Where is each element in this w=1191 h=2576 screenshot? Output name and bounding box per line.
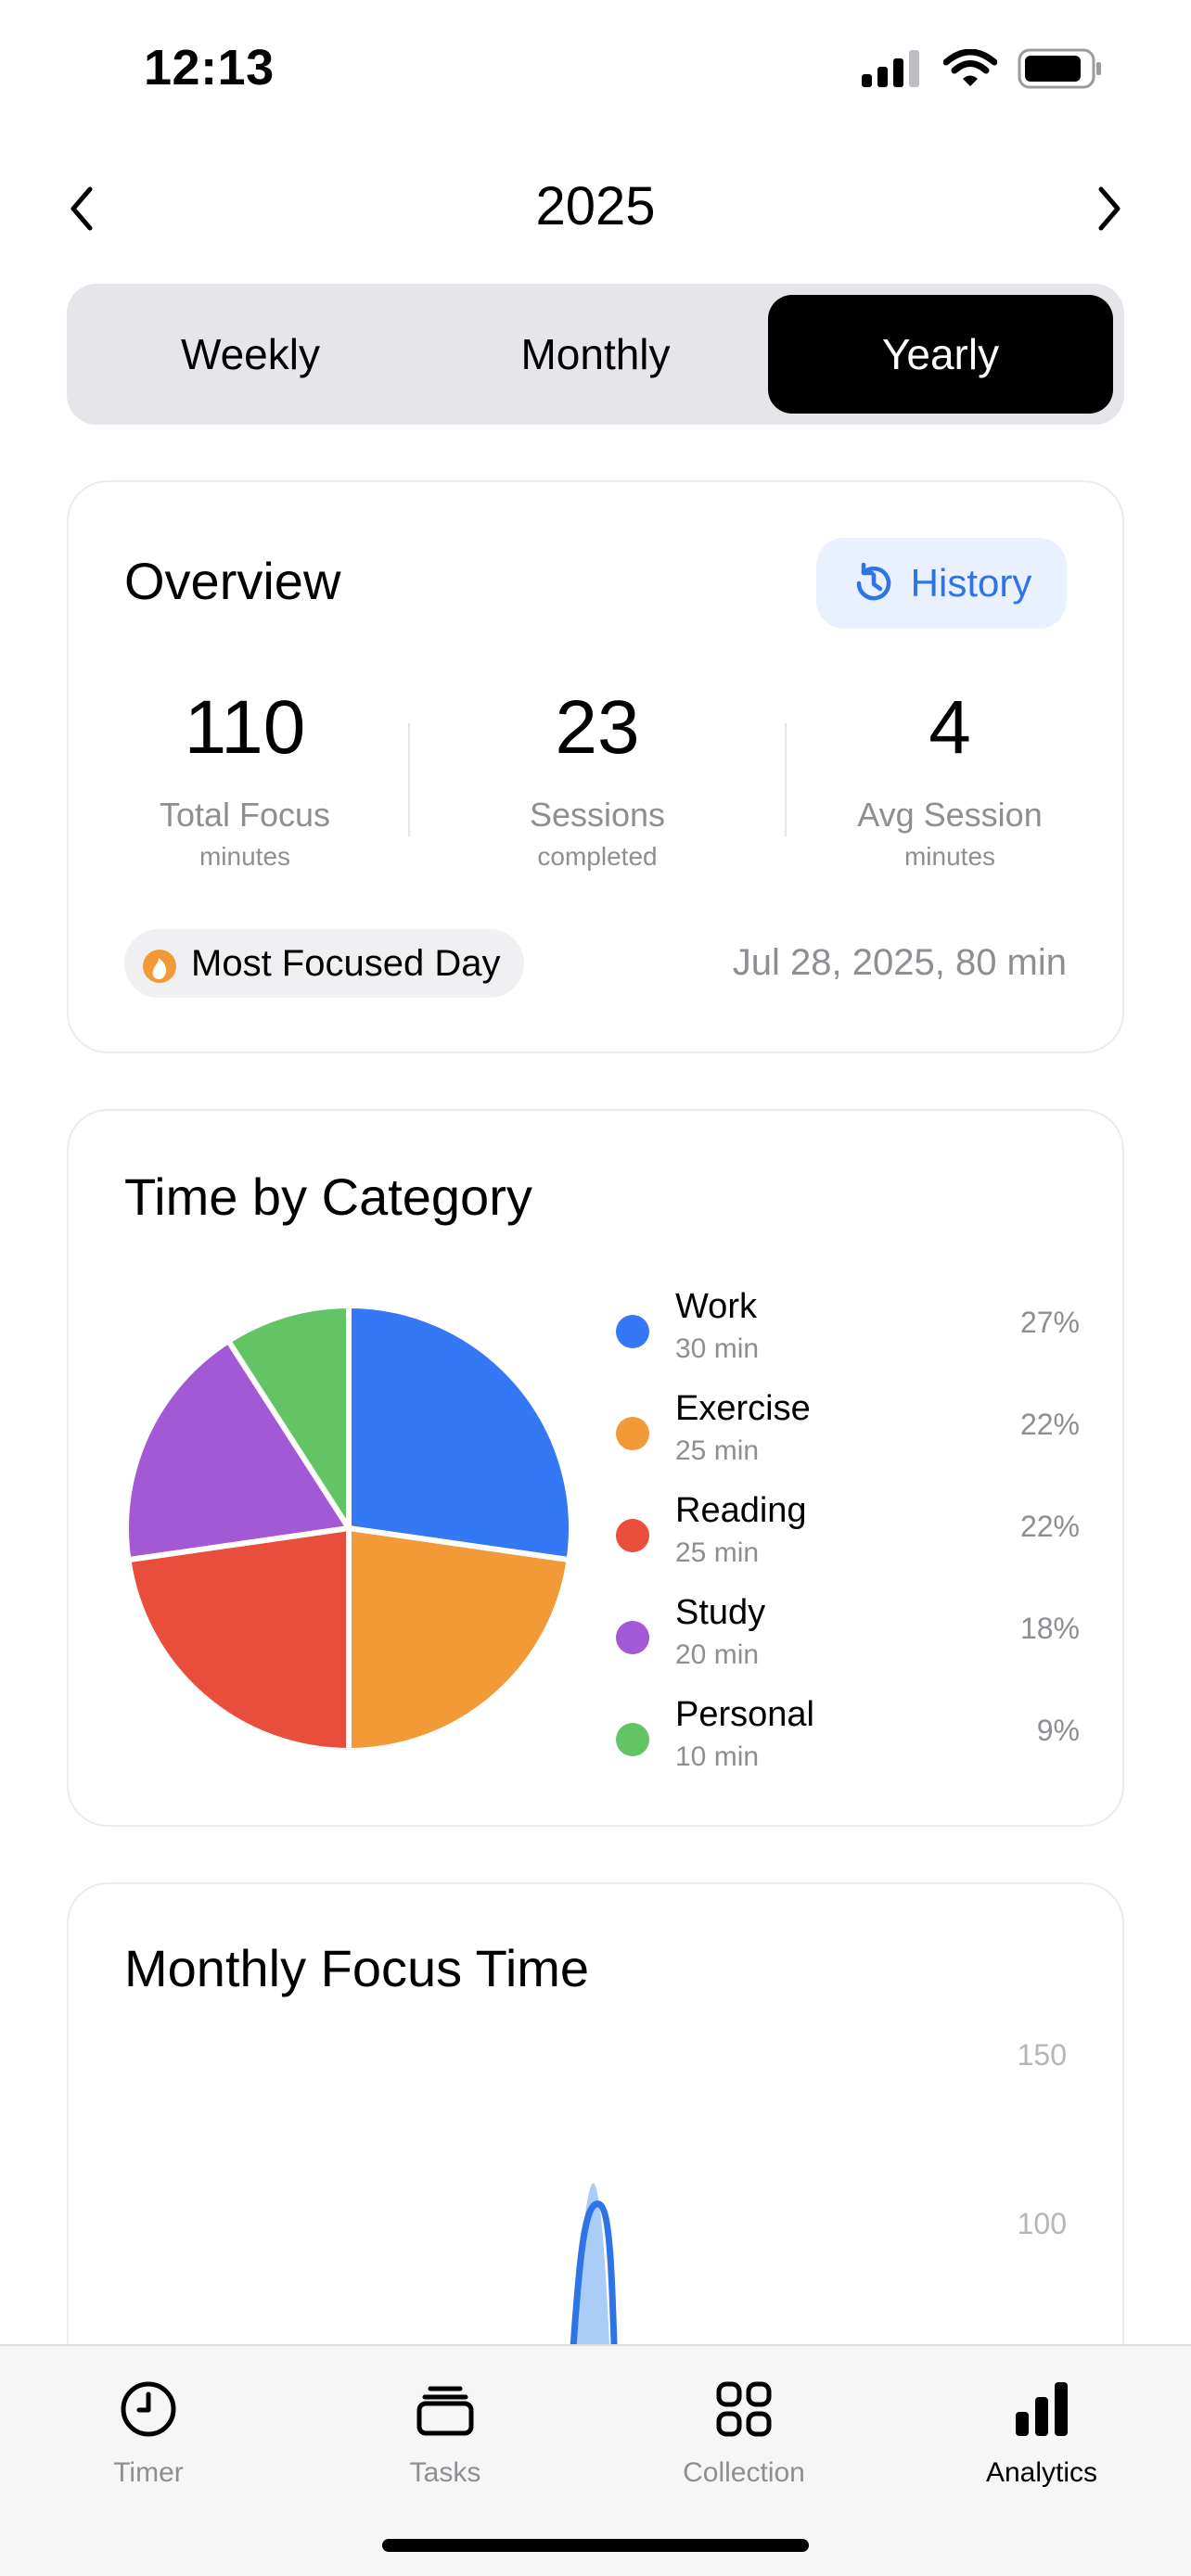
history-label: History	[910, 561, 1032, 605]
status-bar: 12:13	[0, 0, 1191, 139]
legend-percent: 9%	[1036, 1714, 1080, 1747]
chevron-right-icon	[1098, 186, 1121, 231]
pie-slice-work	[346, 1303, 574, 1563]
status-icons	[862, 48, 1103, 89]
wifi-icon	[943, 49, 997, 86]
tab-label: Analytics	[985, 2457, 1098, 2488]
stat-divider	[785, 723, 787, 836]
grid-icon	[716, 2381, 772, 2437]
period-segmented-control: Weekly Monthly Yearly	[67, 284, 1124, 425]
legend-percent: 27%	[1019, 1306, 1080, 1339]
legend-minutes: 25 min	[675, 1435, 760, 1466]
stat-total-focus: 110 Total Focus minutes	[69, 686, 421, 872]
legend-minutes: 25 min	[675, 1537, 760, 1568]
pie-chart	[117, 1296, 581, 1760]
legend-name: Personal	[675, 1695, 814, 1734]
tab-analytics[interactable]: Analytics	[940, 2372, 1144, 2489]
stat-sub: minutes	[903, 842, 996, 871]
overview-title: Overview	[124, 552, 341, 610]
legend-name: Exercise	[675, 1389, 811, 1428]
flame-icon	[143, 950, 176, 983]
segment-weekly[interactable]: Weekly	[78, 295, 423, 414]
pie-slice-reading	[125, 1525, 352, 1753]
most-focused-day-chip: Most Focused Day	[124, 929, 525, 998]
legend-minutes: 30 min	[675, 1333, 760, 1364]
legend-item-exercise: Exercise 25 min 22%	[616, 1384, 1080, 1486]
status-time: 12:13	[144, 40, 275, 96]
home-indicator	[382, 2539, 809, 2552]
legend-minutes: 10 min	[675, 1741, 760, 1772]
legend-percent: 22%	[1019, 1510, 1080, 1543]
legend-dot	[616, 1621, 649, 1654]
stat-divider	[408, 723, 410, 836]
tab-label: Collection	[683, 2457, 805, 2488]
legend-name: Study	[675, 1593, 766, 1632]
category-legend: Work 30 min 27% Exercise 25 min 22% Read…	[616, 1282, 1080, 1792]
legend-item-study: Study 20 min 18%	[616, 1588, 1080, 1690]
stat-label: Sessions	[529, 796, 666, 834]
legend-item-reading: Reading 25 min 22%	[616, 1486, 1080, 1588]
stat-sub: minutes	[198, 842, 291, 871]
legend-minutes: 20 min	[675, 1639, 760, 1670]
legend-dot	[616, 1315, 649, 1348]
history-button[interactable]: History	[816, 538, 1067, 629]
most-focused-value: Jul 28, 2025, 80 min	[732, 942, 1067, 983]
legend-name: Reading	[675, 1491, 807, 1530]
legend-item-work: Work 30 min 27%	[616, 1282, 1080, 1384]
overview-card: Overview History 110 Total Focus minutes…	[67, 480, 1124, 1053]
tab-tasks[interactable]: Tasks	[343, 2372, 547, 2489]
clock-icon	[121, 2381, 176, 2437]
category-title: Time by Category	[124, 1167, 532, 1226]
stat-avg-session: 4 Avg Session minutes	[774, 686, 1126, 872]
stat-value: 4	[928, 685, 971, 770]
tray-stack-icon	[416, 2386, 474, 2436]
year-navigation: 2025	[0, 172, 1191, 246]
pie-chart-svg	[123, 1303, 574, 1753]
most-focused-label: Most Focused Day	[191, 942, 501, 984]
tab-timer[interactable]: Timer	[46, 2372, 250, 2489]
legend-dot	[616, 1519, 649, 1552]
time-by-category-card: Time by Category Work 30 min 27% Exercis…	[67, 1109, 1124, 1827]
legend-percent: 22%	[1019, 1408, 1080, 1441]
legend-dot	[616, 1723, 649, 1756]
year-title: 2025	[535, 176, 656, 236]
stat-value: 23	[555, 685, 640, 770]
pie-slice-exercise	[346, 1525, 572, 1753]
tab-collection[interactable]: Collection	[642, 2372, 846, 2489]
overview-stats: 110 Total Focus minutes 23 Sessions comp…	[69, 686, 1126, 872]
stat-label: Total Focus	[159, 796, 331, 834]
tab-label: Tasks	[409, 2457, 481, 2488]
legend-item-personal: Personal 10 min 9%	[616, 1690, 1080, 1792]
legend-dot	[616, 1417, 649, 1450]
battery-icon	[1018, 48, 1101, 89]
segment-yearly[interactable]: Yearly	[768, 295, 1113, 414]
legend-name: Work	[675, 1287, 757, 1326]
stat-value: 110	[184, 685, 306, 770]
segment-monthly[interactable]: Monthly	[423, 295, 768, 414]
legend-percent: 18%	[1019, 1612, 1080, 1645]
next-year-button[interactable]	[1082, 181, 1137, 236]
stat-label: Avg Session	[857, 796, 1043, 834]
stat-sessions: 23 Sessions completed	[421, 686, 774, 872]
analytics-screen: 12:13 2025 Weekly Monthly Yearly Overvie…	[0, 0, 1191, 2576]
stat-sub: completed	[537, 842, 658, 871]
cellular-signal-icon	[862, 50, 919, 87]
tab-label: Timer	[113, 2457, 184, 2488]
history-icon	[856, 562, 890, 601]
bar-chart-icon	[1016, 2382, 1068, 2436]
